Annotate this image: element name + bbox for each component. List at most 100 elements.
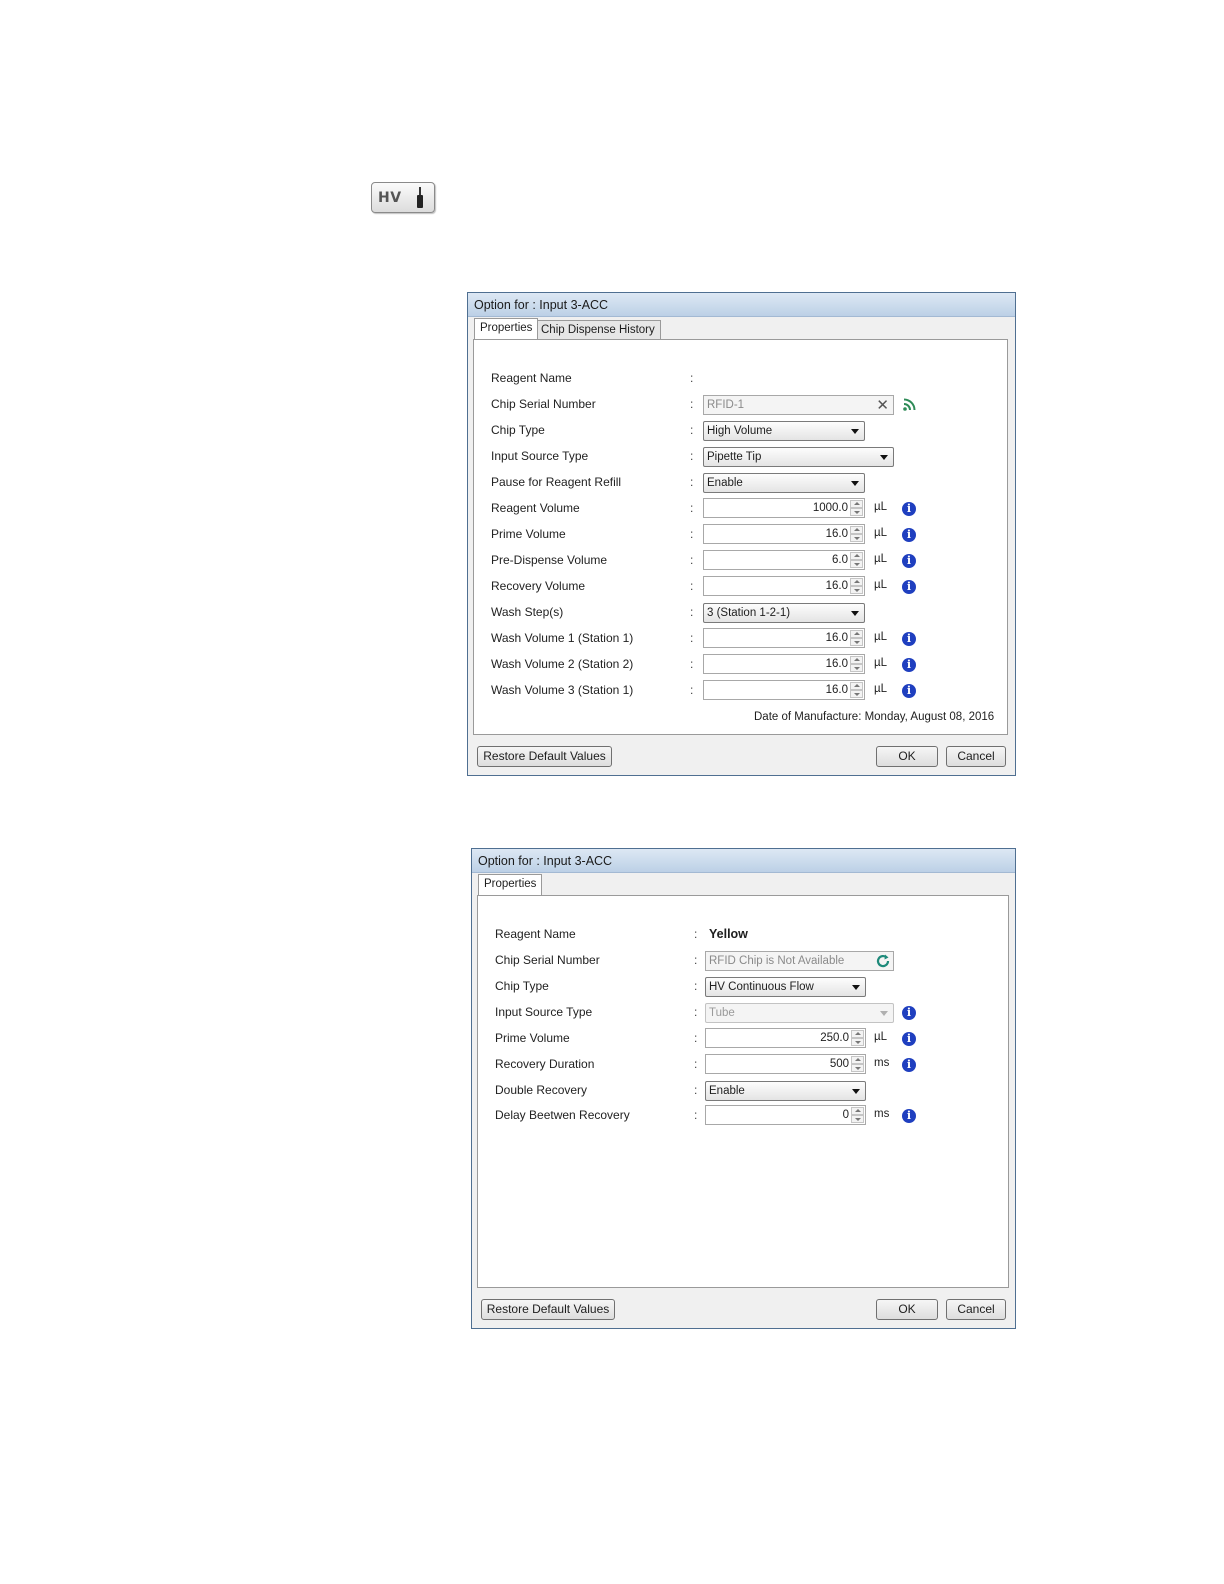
double-recovery-label: Double Recovery [495,1083,588,1097]
row-predispense-volume: Pre-Dispense Volume : 6.0 µL i [474,550,1007,572]
info-icon[interactable]: i [902,658,916,672]
cancel-button[interactable]: Cancel [946,1299,1006,1320]
chip-type-select[interactable]: HV Continuous Flow [705,977,866,997]
colon: : [690,371,694,385]
colon: : [694,1031,698,1045]
chip-serial-label: Chip Serial Number [495,953,600,967]
spin-up-button[interactable] [850,526,863,534]
wash-volume-3-spinner[interactable]: 16.0 [703,680,865,700]
tab-properties[interactable]: Properties [474,318,539,339]
chevron-down-icon [851,429,859,434]
chip-serial-label: Chip Serial Number [491,397,596,411]
wash-volume-2-label: Wash Volume 2 (Station 2) [491,657,634,671]
colon: : [694,953,698,967]
rfid-signal-icon[interactable] [903,398,916,411]
spin-up-button[interactable] [851,1056,864,1064]
restore-defaults-button[interactable]: Restore Default Values [477,746,612,767]
tab-properties[interactable]: Properties [478,874,543,895]
colon: : [690,527,694,541]
info-icon[interactable]: i [902,1006,916,1020]
info-icon[interactable]: i [902,1058,916,1072]
info-icon[interactable]: i [902,580,916,594]
info-icon[interactable]: i [902,1109,916,1123]
recovery-volume-spinner[interactable]: 16.0 [703,576,865,596]
row-reagent-volume: Reagent Volume : 1000.0 µL i [474,498,1007,520]
colon: : [694,927,698,941]
restore-defaults-button[interactable]: Restore Default Values [481,1299,615,1320]
input-source-label: Input Source Type [491,449,589,463]
prime-volume-spinner[interactable]: 250.0 [705,1028,866,1048]
spin-up-button[interactable] [850,500,863,508]
predispense-volume-label: Pre-Dispense Volume [491,553,608,567]
wash-volume-1-value: 16.0 [825,632,848,644]
prime-volume-spinner[interactable]: 16.0 [703,524,865,544]
info-icon[interactable]: i [902,528,916,542]
wash-steps-label: Wash Step(s) [491,605,564,619]
hv-button[interactable]: HV [371,182,435,213]
wash-volume-1-spinner[interactable]: 16.0 [703,628,865,648]
spin-up-button[interactable] [850,578,863,586]
reagent-name-label: Reagent Name [495,927,576,941]
input-source-select[interactable]: Pipette Tip [703,447,894,467]
spin-up-button[interactable] [850,552,863,560]
ok-button[interactable]: OK [876,1299,938,1320]
chip-type-label: Chip Type [495,979,549,993]
predispense-volume-spinner[interactable]: 6.0 [703,550,865,570]
refresh-icon[interactable] [875,953,891,969]
colon: : [690,501,694,515]
info-icon[interactable]: i [902,632,916,646]
spin-down-button[interactable] [850,508,863,516]
reagent-volume-spinner[interactable]: 1000.0 [703,498,865,518]
double-recovery-select[interactable]: Enable [705,1081,866,1101]
colon: : [690,631,694,645]
spin-down-button[interactable] [850,664,863,672]
info-icon[interactable]: i [902,684,916,698]
colon: : [694,979,698,993]
unit-label: µL [874,631,888,643]
spin-up-button[interactable] [850,682,863,690]
spin-down-button[interactable] [850,534,863,542]
ok-button[interactable]: OK [876,746,938,767]
spin-down-button[interactable] [850,690,863,698]
wash-volume-2-value: 16.0 [825,658,848,670]
spin-down-button[interactable] [850,638,863,646]
unit-label: µL [874,683,888,695]
clear-icon[interactable]: ✕ [876,398,889,413]
colon: : [690,397,694,411]
chip-type-value: High Volume [707,425,773,437]
recovery-duration-spinner[interactable]: 500 [705,1054,866,1074]
chevron-down-icon [851,611,859,616]
info-icon[interactable]: i [902,554,916,568]
chip-serial-field[interactable]: RFID Chip is Not Available [705,951,894,971]
input-source-select: Tube [705,1003,894,1023]
delay-between-spinner[interactable]: 0 [705,1105,866,1125]
colon: : [694,1083,698,1097]
unit-label: µL [874,553,888,565]
spin-down-button[interactable] [851,1038,864,1046]
info-icon[interactable]: i [902,502,916,516]
spin-up-button[interactable] [850,656,863,664]
wash-volume-2-spinner[interactable]: 16.0 [703,654,865,674]
wash-steps-select[interactable]: 3 (Station 1-2-1) [703,603,865,623]
chip-serial-field[interactable]: RFID-1 ✕ [703,395,894,415]
spin-down-button[interactable] [851,1115,864,1123]
spin-up-button[interactable] [850,630,863,638]
chevron-down-icon [852,985,860,990]
spin-down-button[interactable] [850,560,863,568]
spin-up-button[interactable] [851,1030,864,1038]
row-pause-refill: Pause for Reagent Refill : Enable [474,472,1007,494]
colon: : [690,605,694,619]
pause-refill-label: Pause for Reagent Refill [491,475,622,489]
input-source-label: Input Source Type [495,1005,593,1019]
chevron-down-icon [880,1011,888,1016]
spin-down-button[interactable] [850,586,863,594]
row-chip-type: Chip Type : High Volume [474,420,1007,442]
tab-chip-dispense-history[interactable]: Chip Dispense History [535,320,661,339]
chip-type-select[interactable]: High Volume [703,421,865,441]
info-icon[interactable]: i [902,1032,916,1046]
colon: : [690,423,694,437]
spin-up-button[interactable] [851,1107,864,1115]
cancel-button[interactable]: Cancel [946,746,1006,767]
spin-down-button[interactable] [851,1064,864,1072]
pause-refill-select[interactable]: Enable [703,473,865,493]
